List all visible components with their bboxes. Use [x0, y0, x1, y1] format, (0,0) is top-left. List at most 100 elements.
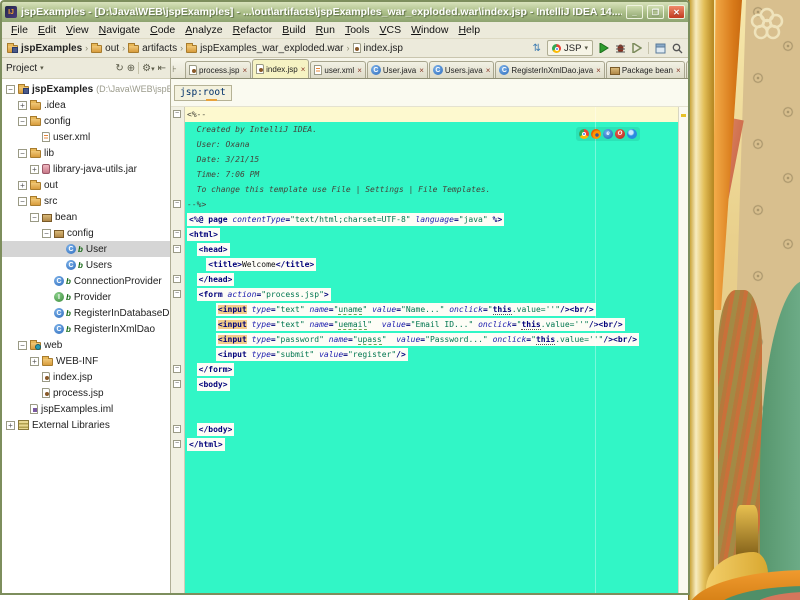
internet-explorer-icon[interactable]: e	[603, 129, 613, 139]
tab-user-java[interactable]: CUser.java×	[367, 61, 428, 78]
code-lines[interactable]: <%--Created by IntelliJ IDEA.User: Oxana…	[185, 107, 688, 593]
restore-button[interactable]: ❐	[647, 5, 664, 19]
tree-item-lib[interactable]: −lib	[2, 145, 170, 161]
tree-item-users[interactable]: CbUsers	[2, 257, 170, 273]
collapse-node-icon[interactable]: −	[6, 85, 15, 94]
locate-icon[interactable]: ⊕	[127, 63, 135, 74]
tab-index-jsp[interactable]: index.jsp×	[252, 59, 309, 78]
tree-item-jspexamples[interactable]: −jspExamples (D:\Java\WEB\jspExamples)	[2, 81, 170, 97]
close-tab-icon[interactable]: ×	[676, 66, 681, 75]
fold-marker-icon[interactable]: −	[173, 380, 181, 388]
code-line[interactable]	[185, 392, 688, 407]
tab-package-bean[interactable]: Package bean×	[606, 61, 685, 78]
code-line[interactable]: <input type="text" name="uname" value="N…	[185, 302, 688, 317]
fold-marker-icon[interactable]: −	[173, 365, 181, 373]
menu-help[interactable]: Help	[453, 24, 485, 36]
tree-item-registerinxmldao[interactable]: CbRegisterInXmlDao	[2, 321, 170, 337]
code-editor[interactable]: − − − − − − − − − − <%--Created by IntelliJ IDEA.…	[171, 107, 688, 593]
expand-node-icon[interactable]: +	[18, 101, 27, 110]
code-line[interactable]: <head>	[185, 242, 688, 257]
hide-panel-icon[interactable]: ⇤	[158, 63, 166, 74]
collapse-node-icon[interactable]: −	[18, 197, 27, 206]
menu-run[interactable]: Run	[311, 24, 340, 36]
menu-file[interactable]: File	[6, 24, 33, 36]
code-line[interactable]: Date: 3/21/15	[185, 152, 688, 167]
tab-users-java[interactable]: CUsers.java×	[429, 61, 494, 78]
chevron-down-icon[interactable]: ▾	[40, 64, 44, 72]
code-line[interactable]: <html>	[185, 227, 688, 242]
code-line[interactable]: </head>	[185, 272, 688, 287]
menu-code[interactable]: Code	[145, 24, 180, 36]
search-icon[interactable]	[672, 43, 683, 54]
tree-item-external-libraries[interactable]: +External Libraries	[2, 417, 170, 433]
tree-item-config[interactable]: −config	[2, 113, 170, 129]
code-line[interactable]: To change this template use File | Setti…	[185, 182, 688, 197]
expand-node-icon[interactable]: +	[18, 181, 27, 190]
code-line[interactable]: <input type="password" name="upass" valu…	[185, 332, 688, 347]
fold-marker-icon[interactable]: −	[173, 440, 181, 448]
expand-node-icon[interactable]: +	[30, 165, 39, 174]
code-line[interactable]: </body>	[185, 422, 688, 437]
fold-marker-icon[interactable]: −	[173, 290, 181, 298]
menu-build[interactable]: Build	[277, 24, 310, 36]
tab-registerinxmldao-java[interactable]: CRegisterInXmlDao.java×	[495, 61, 604, 78]
sync-icon[interactable]: ⇅	[533, 43, 541, 54]
close-tab-icon[interactable]: ×	[596, 66, 601, 75]
fold-marker-icon[interactable]: −	[173, 275, 181, 283]
code-line[interactable]: </html>	[185, 437, 688, 452]
breadcrumb-item[interactable]: out	[91, 43, 119, 54]
fold-marker-icon[interactable]: −	[173, 245, 181, 253]
close-tab-icon[interactable]: ×	[357, 66, 362, 75]
close-button[interactable]: ✕	[668, 5, 685, 19]
tab-config-user-xml[interactable]: config\user.xml×	[686, 61, 688, 78]
warning-stripe-mark[interactable]	[681, 114, 686, 117]
tab-process-jsp[interactable]: process.jsp×	[185, 61, 251, 78]
code-line[interactable]: <input type="submit" value="register"/>	[185, 347, 688, 362]
fold-marker-icon[interactable]: −	[173, 425, 181, 433]
tree-item-src[interactable]: −src	[2, 193, 170, 209]
collapse-node-icon[interactable]: −	[18, 117, 27, 126]
menu-tools[interactable]: Tools	[340, 24, 375, 36]
tree-item-user-xml[interactable]: user.xml	[2, 129, 170, 145]
code-line[interactable]: <input type="text" name="uemail" value="…	[185, 317, 688, 332]
menu-window[interactable]: Window	[406, 24, 453, 36]
fold-marker-icon[interactable]: −	[173, 110, 181, 118]
tree-item-provider[interactable]: IbProvider	[2, 289, 170, 305]
tree-item-web-inf[interactable]: +WEB-INF	[2, 353, 170, 369]
collapse-node-icon[interactable]: −	[30, 213, 39, 222]
tree-item-user[interactable]: CbUser	[2, 241, 170, 257]
close-tab-icon[interactable]: ×	[242, 66, 247, 75]
coverage-button[interactable]	[632, 43, 642, 53]
breadcrumb-item[interactable]: index.jsp	[353, 43, 403, 54]
run-configuration-select[interactable]: JSP ▾	[547, 40, 593, 56]
tab-user-xml[interactable]: user.xml×	[310, 61, 365, 78]
breadcrumb-item[interactable]: jspExamples	[7, 43, 82, 54]
tag-breadcrumb-chip[interactable]: jsp:root	[174, 85, 232, 101]
firefox-icon[interactable]	[591, 129, 601, 139]
tab-list-icon[interactable]: ⊦	[172, 65, 177, 75]
code-line[interactable]	[185, 407, 688, 422]
tree-item--idea[interactable]: +.idea	[2, 97, 170, 113]
fold-marker-icon[interactable]: −	[173, 230, 181, 238]
project-panel-title[interactable]: Project	[6, 63, 37, 74]
fold-marker-icon[interactable]: −	[173, 200, 181, 208]
menu-navigate[interactable]: Navigate	[94, 24, 145, 36]
collapse-node-icon[interactable]: −	[42, 229, 51, 238]
opera-icon[interactable]: O	[615, 129, 625, 139]
code-line[interactable]: </form>	[185, 362, 688, 377]
tool-window-icon[interactable]	[655, 43, 666, 54]
collapse-node-icon[interactable]: −	[18, 341, 27, 350]
code-line[interactable]: <form action="process.jsp">	[185, 287, 688, 302]
menu-edit[interactable]: Edit	[33, 24, 61, 36]
code-line[interactable]: --%>	[185, 197, 688, 212]
code-line[interactable]: <%--	[185, 107, 688, 122]
run-button[interactable]	[599, 43, 609, 53]
tree-item-connectionprovider[interactable]: CbConnectionProvider	[2, 273, 170, 289]
menu-analyze[interactable]: Analyze	[180, 24, 227, 36]
menu-view[interactable]: View	[61, 24, 94, 36]
tree-item-registerindatabasedao[interactable]: CbRegisterInDatabaseDao	[2, 305, 170, 321]
tree-item-config[interactable]: −config	[2, 225, 170, 241]
code-line[interactable]: <%@ page contentType="text/html;charset=…	[185, 212, 688, 227]
tree-item-web[interactable]: −web	[2, 337, 170, 353]
tree-item-jspexamples-iml[interactable]: jspExamples.iml	[2, 401, 170, 417]
